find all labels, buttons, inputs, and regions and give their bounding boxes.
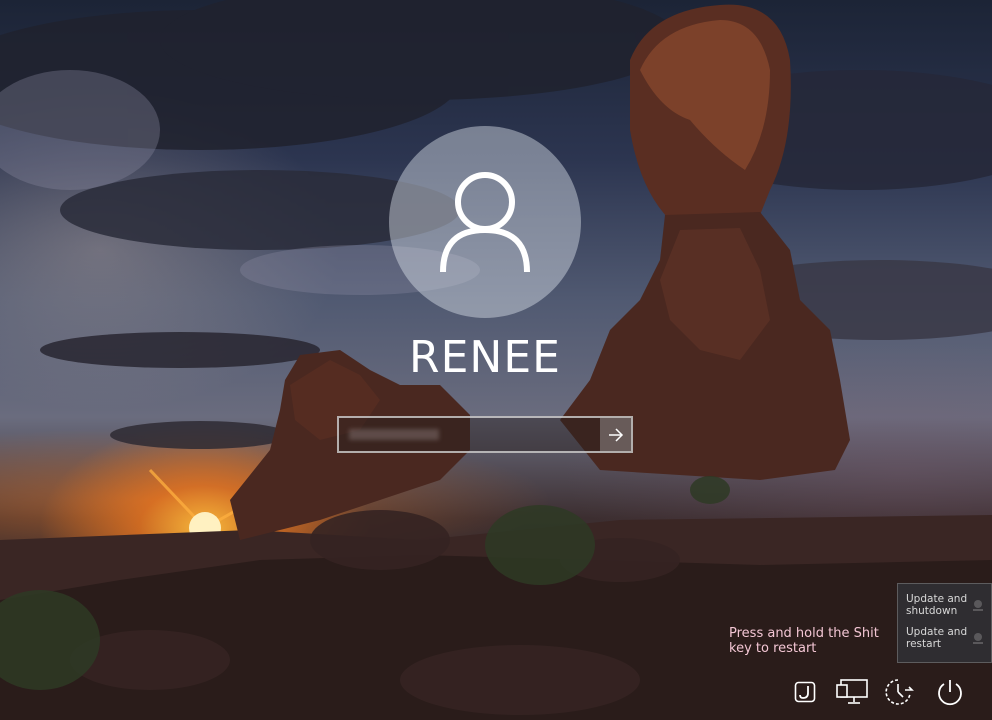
update-and-restart-option[interactable]: Update and restart [898,617,991,650]
ease-of-access-icon [794,681,816,703]
user-avatar [389,126,581,318]
ease-of-access-button[interactable] [785,672,825,712]
network-icon [836,679,868,704]
accessibility-button[interactable] [880,672,920,712]
power-button[interactable] [930,672,970,712]
password-redaction [349,429,439,440]
update-icon [973,600,983,611]
power-menu: Update and shutdown Update and restart [897,583,992,663]
lock-screen: RENEE Press and hold the Shit key to res… [0,0,992,720]
power-icon [938,680,962,706]
accessibility-icon [885,679,914,705]
restart-hint: Press and hold the Shit key to restart [729,626,879,656]
username-label: RENEE [409,332,561,383]
system-tray [780,672,992,712]
password-box [337,416,633,453]
arrow-right-icon [608,427,623,442]
submit-button[interactable] [600,418,631,451]
network-button[interactable] [832,672,872,712]
update-and-restart-label: Update and restart [906,626,968,650]
update-and-shutdown-option[interactable]: Update and shutdown [898,584,991,617]
update-icon [973,633,983,644]
update-and-shutdown-label: Update and shutdown [906,593,968,617]
user-icon [440,172,530,273]
